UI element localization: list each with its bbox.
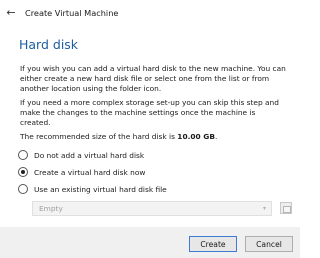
title-bar: ← Create Virtual Machine <box>0 0 300 26</box>
radio-button-selected[interactable] <box>18 167 28 177</box>
folder-icon[interactable] <box>280 202 292 214</box>
page-title: Hard disk <box>19 37 79 52</box>
cancel-button[interactable]: Cancel <box>245 236 293 252</box>
radio-button[interactable] <box>18 150 28 160</box>
advanced-setup-paragraph: If you need a more complex storage set-u… <box>20 98 279 127</box>
radio-label: Create a virtual hard disk now <box>34 167 146 177</box>
radio-option-use-existing[interactable]: Use an existing virtual hard disk file <box>18 184 167 194</box>
window-title: Create Virtual Machine <box>25 8 119 18</box>
recommended-size-suffix: . <box>214 132 218 141</box>
recommended-size-prefix: The recommended size of the hard disk is <box>20 132 178 141</box>
select-value: Empty <box>39 204 63 213</box>
recommended-size-text: The recommended size of the hard disk is… <box>20 132 288 142</box>
radio-button[interactable] <box>18 184 28 194</box>
chevron-down-icon: ▾ <box>262 205 266 212</box>
recommended-size-value: 10.00 GB <box>177 132 215 141</box>
description-paragraph: If you wish you can add a virtual hard d… <box>20 64 286 93</box>
radio-label: Do not add a virtual hard disk <box>34 150 145 160</box>
create-vm-dialog: ← Create Virtual Machine Hard disk If yo… <box>0 0 300 258</box>
back-arrow-icon[interactable]: ← <box>4 6 18 20</box>
folder-icon-glyph <box>283 206 291 213</box>
existing-disk-select[interactable]: Empty ▾ <box>32 201 272 216</box>
radio-option-no-disk[interactable]: Do not add a virtual hard disk <box>18 150 144 160</box>
radio-option-create-now[interactable]: Create a virtual hard disk now <box>18 167 145 177</box>
create-button[interactable]: Create <box>189 236 237 252</box>
radio-label: Use an existing virtual hard disk file <box>34 184 167 194</box>
